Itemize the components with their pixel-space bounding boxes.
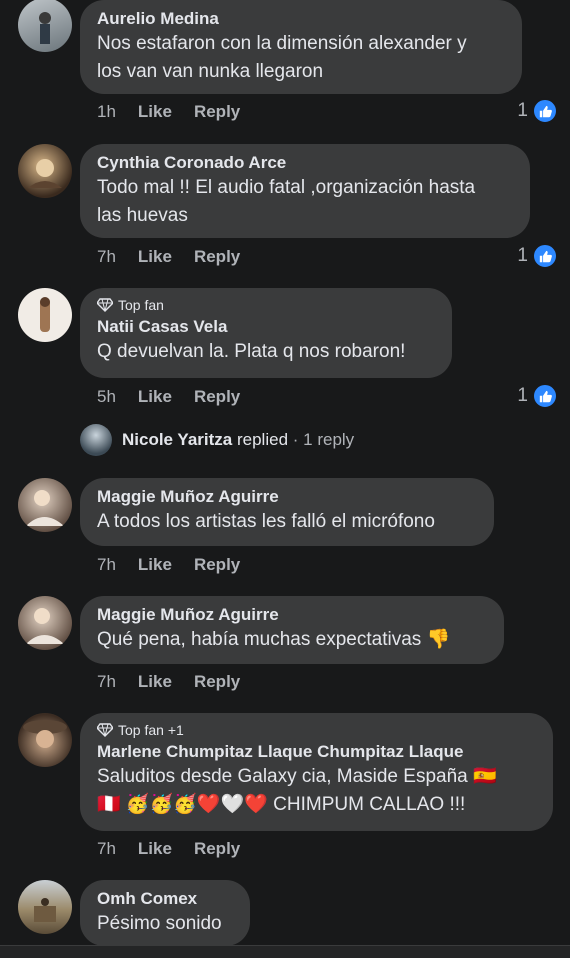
reaction-count[interactable]: 1 [517, 243, 558, 269]
reply-button[interactable]: Reply [194, 555, 240, 575]
reaction-count-number: 1 [517, 245, 528, 266]
person-avatar-icon [40, 297, 50, 332]
diamond-icon [97, 298, 113, 312]
commenter-name[interactable]: Aurelio Medina [97, 8, 505, 30]
reply-button[interactable]: Reply [194, 387, 240, 407]
avatar[interactable] [18, 713, 72, 767]
commenter-name[interactable]: Marlene Chumpitaz Llaque Chumpitaz Llaqu… [97, 741, 536, 763]
top-fan-badge: Top fan [97, 296, 435, 314]
person-avatar-icon [39, 12, 51, 44]
view-replies-link[interactable]: Nicole Yaritza replied · 1 reply [80, 424, 354, 456]
commenter-name[interactable]: Cynthia Coronado Arce [97, 152, 513, 174]
person-avatar-icon [26, 490, 64, 526]
comment-text-line: Nos estafaron con la dimensión alexander… [97, 33, 467, 54]
commenter-name[interactable]: Omh Comex [97, 888, 233, 910]
thumbs-up-icon [532, 98, 558, 124]
avatar[interactable] [18, 596, 72, 650]
reaction-count[interactable]: 1 [517, 383, 558, 409]
avatar[interactable] [18, 0, 72, 52]
thumbs-up-icon [532, 383, 558, 409]
reply-button[interactable]: Reply [194, 672, 240, 692]
diamond-icon [97, 723, 113, 737]
avatar[interactable] [18, 478, 72, 532]
comment-text-line: Todo mal !! El audio fatal ,organización… [97, 177, 476, 198]
comment-time[interactable]: 7h [97, 839, 116, 859]
comment-time[interactable]: 5h [97, 387, 116, 407]
like-button[interactable]: Like [138, 102, 172, 122]
avatar[interactable] [18, 288, 72, 342]
comment-text-line: las huevas [97, 205, 188, 226]
comment-actions: 7h Like Reply [97, 672, 262, 692]
comment-text-line: Pésimo sonido [97, 913, 222, 934]
reaction-count-number: 1 [517, 100, 528, 121]
like-button[interactable]: Like [138, 672, 172, 692]
like-button[interactable]: Like [138, 839, 172, 859]
comment-bubble: Maggie Muñoz Aguirre A todos los artista… [80, 478, 494, 546]
comment-text-line: Q devuelvan la. Plata q nos robaron! [97, 341, 406, 362]
reply-count[interactable]: · 1 reply [293, 430, 354, 449]
avatar[interactable] [18, 144, 72, 198]
comment-actions: 7h Like Reply [97, 247, 262, 267]
comment-text-line: 🇵🇪 🥳🥳🥳❤️🤍❤️ CHIMPUM CALLAO !!! [97, 794, 466, 815]
comment-bubble: Top fan Natii Casas Vela Q devuelvan la.… [80, 288, 452, 378]
reaction-count[interactable]: 1 [517, 98, 558, 124]
person-avatar-icon [34, 898, 56, 922]
reply-action-text: replied [236, 430, 289, 449]
comment-text-line: Qué pena, había muchas expectativas 👎 [97, 629, 451, 650]
comment-time[interactable]: 7h [97, 555, 116, 575]
comment-actions: 7h Like Reply [97, 555, 262, 575]
comment-time[interactable]: 7h [97, 672, 116, 692]
like-button[interactable]: Like [138, 555, 172, 575]
comment-time[interactable]: 1h [97, 102, 116, 122]
person-avatar-icon [26, 608, 64, 644]
comment-bubble: Omh Comex Pésimo sonido [80, 880, 250, 946]
reply-button[interactable]: Reply [194, 839, 240, 859]
avatar [80, 424, 112, 456]
thumbs-up-icon [532, 243, 558, 269]
comment-bubble: Maggie Muñoz Aguirre Qué pena, había muc… [80, 596, 504, 664]
reply-button[interactable]: Reply [194, 102, 240, 122]
comment-bubble: Top fan +1 Marlene Chumpitaz Llaque Chum… [80, 713, 553, 831]
reply-button[interactable]: Reply [194, 247, 240, 267]
comment-time[interactable]: 7h [97, 247, 116, 267]
reply-author-name[interactable]: Nicole Yaritza [122, 430, 232, 449]
commenter-name[interactable]: Maggie Muñoz Aguirre [97, 486, 477, 508]
comment-actions: 5h Like Reply [97, 387, 262, 407]
person-avatar-icon [23, 720, 67, 748]
top-fan-badge: Top fan +1 [97, 721, 536, 739]
badge-label: Top fan +1 [118, 722, 184, 738]
comment-actions: 1h Like Reply [97, 102, 262, 122]
comment-bubble: Cynthia Coronado Arce Todo mal !! El aud… [80, 144, 530, 238]
reaction-count-number: 1 [517, 385, 528, 406]
comment-bubble: Aurelio Medina Nos estafaron con la dime… [80, 0, 522, 94]
comment-actions: 7h Like Reply [97, 839, 262, 859]
comment-text-line: Saluditos desde Galaxy cia, Maside Españ… [97, 766, 497, 787]
like-button[interactable]: Like [138, 247, 172, 267]
comment-composer-bar[interactable] [0, 945, 570, 958]
comment-text-line: los van van nunka llegaron [97, 61, 324, 82]
person-avatar-icon [28, 159, 62, 188]
comment-text-line: A todos los artistas les falló el micróf… [97, 511, 435, 532]
like-button[interactable]: Like [138, 387, 172, 407]
commenter-name[interactable]: Natii Casas Vela [97, 316, 435, 338]
avatar[interactable] [18, 880, 72, 934]
badge-label: Top fan [118, 297, 164, 313]
commenter-name[interactable]: Maggie Muñoz Aguirre [97, 604, 487, 626]
